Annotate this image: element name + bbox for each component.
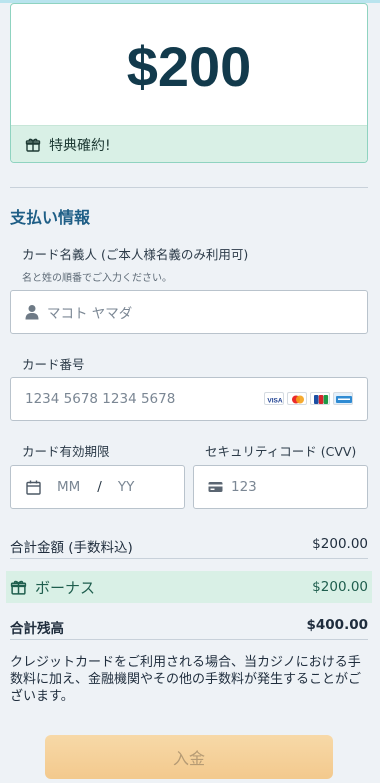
card-holder-input[interactable]: マコト ヤマダ bbox=[10, 290, 368, 334]
credit-card-icon bbox=[208, 481, 223, 493]
deposit-amount-card: $200 特典確約! bbox=[10, 3, 368, 163]
bonus-label: ボーナス bbox=[35, 578, 96, 597]
deposit-amount: $200 bbox=[126, 35, 252, 98]
cvv-placeholder: 123 bbox=[231, 479, 257, 495]
card-number-placeholder: 1234 5678 1234 5678 bbox=[25, 391, 176, 407]
amex-icon bbox=[333, 392, 353, 405]
deposit-button[interactable]: 入金 bbox=[45, 735, 333, 779]
mastercard-icon bbox=[287, 392, 307, 405]
card-number-label: カード番号 bbox=[22, 357, 85, 372]
card-holder-hint: 名と姓の順番でご入力ください。 bbox=[22, 273, 172, 284]
balance-value: $400.00 bbox=[306, 617, 369, 633]
fee-notice: クレジットカードをご利用される場合、当カジノにおける手数料に加え、金融機関やその… bbox=[10, 655, 362, 704]
user-icon bbox=[25, 304, 39, 320]
bonus-row: ボーナス $200.00 bbox=[6, 571, 372, 603]
gift-icon bbox=[10, 579, 27, 596]
expiry-input[interactable]: MM / YY bbox=[10, 465, 185, 509]
expiry-year-placeholder: YY bbox=[117, 479, 135, 495]
bonus-value: $200.00 bbox=[312, 579, 368, 595]
gift-icon bbox=[25, 137, 41, 153]
expiry-month-placeholder: MM bbox=[57, 479, 81, 495]
payment-section-title: 支払い情報 bbox=[10, 208, 91, 227]
total-amount-row: 合計金額 (手数料込) $200.00 bbox=[10, 536, 368, 556]
jcb-icon bbox=[310, 392, 330, 405]
card-brand-icons: VISA bbox=[264, 392, 353, 405]
cvv-input[interactable]: 123 bbox=[193, 465, 368, 509]
card-holder-placeholder: マコト ヤマダ bbox=[47, 306, 133, 322]
balance-label: 合計残高 bbox=[10, 621, 64, 637]
section-divider bbox=[10, 187, 368, 188]
cvv-label: セキュリティコード (CVV) bbox=[205, 444, 357, 459]
card-holder-label: カード名義人 (ご本人様名義のみ利用可) bbox=[22, 247, 249, 262]
expiry-separator: / bbox=[97, 479, 102, 495]
visa-icon: VISA bbox=[264, 392, 284, 405]
svg-text:VISA: VISA bbox=[267, 398, 282, 405]
total-amount-value: $200.00 bbox=[312, 536, 368, 552]
card-number-input[interactable]: 1234 5678 1234 5678 VISA bbox=[10, 377, 368, 421]
balance-row: 合計残高 $400.00 bbox=[10, 617, 368, 637]
total-amount-label: 合計金額 (手数料込) bbox=[10, 540, 133, 556]
summary-divider bbox=[10, 639, 368, 640]
calendar-icon bbox=[26, 480, 41, 495]
expiry-label: カード有効期限 bbox=[22, 444, 110, 459]
bonus-guarantee-banner: 特典確約! bbox=[11, 125, 367, 162]
bonus-guarantee-label: 特典確約! bbox=[49, 137, 111, 154]
summary-divider bbox=[10, 558, 368, 559]
